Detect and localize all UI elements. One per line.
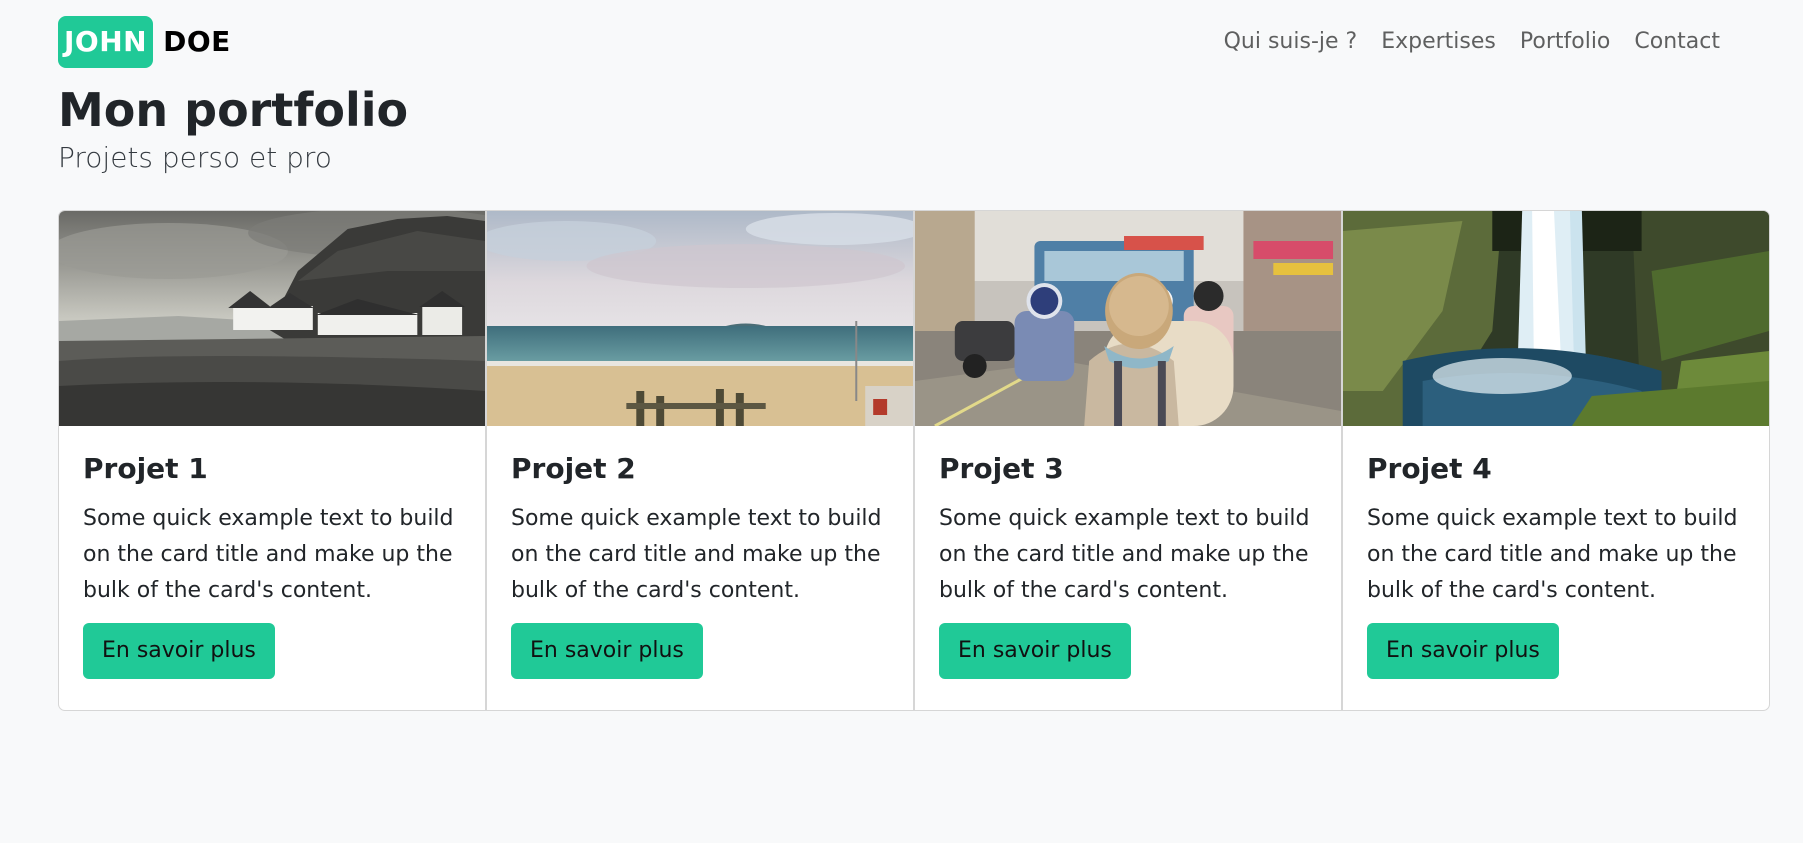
project-3-image [915, 211, 1341, 426]
project-card-3: Projet 3 Some quick example text to buil… [914, 210, 1342, 711]
project-4-image [1343, 211, 1769, 426]
brand-last-name: DOE [163, 25, 231, 58]
project-2-body: Projet 2 Some quick example text to buil… [511, 451, 893, 679]
card-text: Some quick example text to build on the … [1367, 506, 1738, 603]
project-card-4: Projet 4 Some quick example text to buil… [1342, 210, 1770, 711]
card-title: Projet 4 [1367, 452, 1492, 485]
project-3-body: Projet 3 Some quick example text to buil… [939, 451, 1321, 679]
card-text: Some quick example text to build on the … [83, 506, 454, 603]
card-title: Projet 3 [939, 452, 1064, 485]
card-text: Some quick example text to build on the … [511, 506, 882, 603]
page-title: Mon portfolio [58, 83, 409, 137]
project-card-2: Projet 2 Some quick example text to buil… [486, 210, 914, 711]
card-text: Some quick example text to build on the … [939, 506, 1310, 603]
nav-link-portfolio[interactable]: Portfolio [1520, 28, 1611, 56]
project-1-image [59, 211, 485, 426]
brand-logo[interactable]: JOHN DOE [58, 16, 231, 68]
project-card-1: Projet 1 Some quick example text to buil… [58, 210, 486, 711]
project-4-learn-more-button[interactable]: En savoir plus [1367, 623, 1559, 679]
project-1-body: Projet 1 Some quick example text to buil… [83, 451, 465, 679]
brand-first-name: JOHN [58, 16, 154, 68]
nav-links: Qui suis-je ? Expertises Portfolio Conta… [1224, 28, 1720, 56]
navbar: JOHN DOE Qui suis-je ? Expertises Portfo… [58, 16, 1720, 68]
project-3-learn-more-button[interactable]: En savoir plus [939, 623, 1131, 679]
nav-link-expertises[interactable]: Expertises [1381, 28, 1496, 56]
project-2-image [487, 211, 913, 426]
portfolio-card-group: Projet 1 Some quick example text to buil… [58, 210, 1772, 711]
project-2-learn-more-button[interactable]: En savoir plus [511, 623, 703, 679]
card-title: Projet 2 [511, 452, 636, 485]
nav-link-contact[interactable]: Contact [1634, 28, 1720, 56]
page-subtitle: Projets perso et pro [58, 141, 332, 174]
project-4-body: Projet 4 Some quick example text to buil… [1367, 451, 1749, 679]
project-1-learn-more-button[interactable]: En savoir plus [83, 623, 275, 679]
nav-link-about[interactable]: Qui suis-je ? [1224, 28, 1358, 56]
card-title: Projet 1 [83, 452, 208, 485]
